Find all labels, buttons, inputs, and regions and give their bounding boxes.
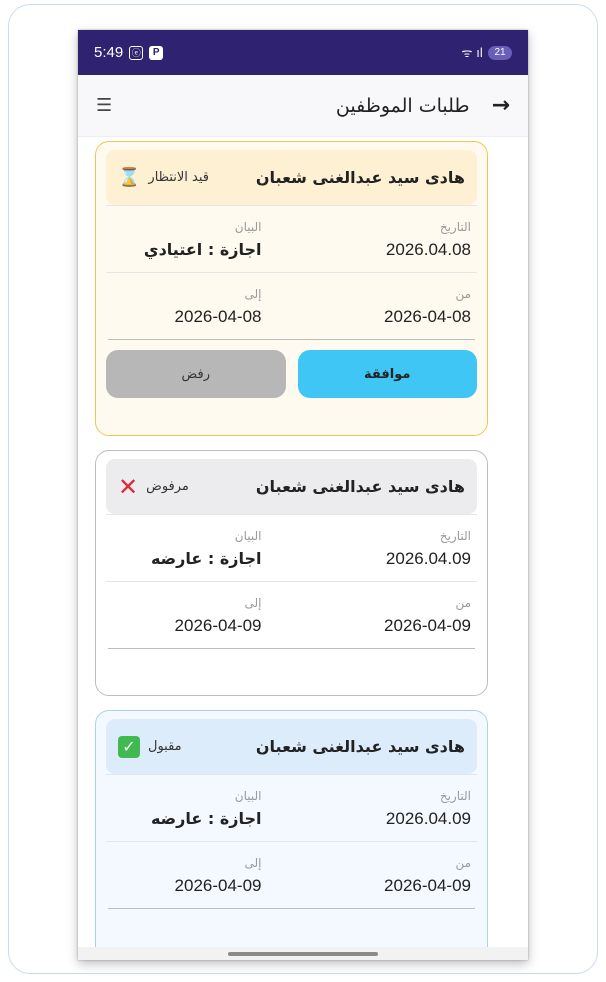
status-badge: مرفوض ✕ bbox=[118, 475, 189, 499]
status-time: 5:49 bbox=[94, 44, 124, 61]
battery-icon: 21 bbox=[488, 45, 512, 60]
check-mark-icon: ✓ bbox=[118, 735, 140, 758]
to-label: إلى bbox=[244, 596, 262, 610]
from-label: من bbox=[455, 596, 471, 610]
request-card-header: هادى سيد عبدالغنى شعبان مقبول ✓ bbox=[106, 719, 477, 774]
to-value: 2026-04-08 bbox=[174, 307, 262, 326]
from-field: من 2026-04-09 bbox=[292, 856, 471, 896]
request-card-header: هادى سيد عبدالغنى شعبان قيد الانتظار ⌛ bbox=[106, 150, 477, 205]
from-label: من bbox=[455, 856, 471, 870]
from-value: 2026-04-09 bbox=[384, 616, 471, 635]
request-row-date: التاريخ 2026.04.08 البيان اجازة : اعتياد… bbox=[106, 205, 477, 272]
menu-icon[interactable]: ☰ bbox=[96, 95, 120, 116]
card-divider bbox=[108, 908, 475, 909]
request-row-period: من 2026-04-08 إلى 2026-04-08 bbox=[106, 272, 477, 339]
request-card-header: هادى سيد عبدالغنى شعبان مرفوض ✕ bbox=[106, 459, 477, 514]
phone-screen: 5:49 ⓔ P ᯤ ıl 21 ☰ طلبات الموظفين → هادى… bbox=[78, 30, 528, 960]
app-bar-title-group: طلبات الموظفين → bbox=[336, 93, 510, 118]
card-divider bbox=[108, 648, 475, 649]
status-label: قيد الانتظار bbox=[148, 170, 209, 185]
from-value: 2026-04-08 bbox=[384, 307, 471, 326]
to-field: إلى 2026-04-09 bbox=[112, 856, 292, 896]
to-field: إلى 2026-04-08 bbox=[112, 287, 292, 327]
from-label: من bbox=[455, 287, 471, 301]
date-value: 2026.04.08 bbox=[385, 240, 471, 259]
statement-label: البيان bbox=[234, 789, 262, 803]
reject-button[interactable]: رفض bbox=[106, 350, 286, 398]
navigation-gesture-bar bbox=[78, 947, 528, 960]
request-row-date: التاريخ 2026.04.09 البيان اجازة : عارضه bbox=[106, 514, 477, 581]
page-title: طلبات الموظفين bbox=[335, 94, 470, 117]
date-label: التاريخ bbox=[439, 789, 471, 803]
statement-label: البيان bbox=[234, 529, 262, 543]
status-label: مقبول bbox=[148, 739, 182, 754]
request-row-period: من 2026-04-09 إلى 2026-04-09 bbox=[106, 581, 477, 648]
date-value: 2026.04.09 bbox=[385, 549, 471, 568]
statement-value: اجازة : عارضه bbox=[150, 809, 262, 828]
to-field: إلى 2026-04-09 bbox=[112, 596, 292, 636]
statement-value: اجازة : عارضه bbox=[150, 549, 262, 568]
wifi-signal-icon: ᯤ ıl bbox=[461, 46, 483, 60]
request-row-period: من 2026-04-09 إلى 2026-04-09 bbox=[106, 841, 477, 908]
to-label: إلى bbox=[244, 856, 262, 870]
date-label: التاريخ bbox=[439, 220, 471, 234]
employee-name: هادى سيد عبدالغنى شعبان bbox=[255, 477, 465, 496]
requests-list[interactable]: هادى سيد عبدالغنى شعبان قيد الانتظار ⌛ ا… bbox=[78, 137, 528, 947]
to-label: إلى bbox=[244, 287, 262, 301]
gesture-handle[interactable] bbox=[228, 951, 378, 956]
date-field: التاريخ 2026.04.09 bbox=[292, 789, 471, 829]
request-card-accepted: هادى سيد عبدالغنى شعبان مقبول ✓ التاريخ … bbox=[95, 710, 488, 947]
approve-button[interactable]: موافقة bbox=[297, 350, 477, 398]
statement-field: البيان اجازة : اعتيادي bbox=[112, 220, 292, 260]
status-badge: مقبول ✓ bbox=[118, 735, 182, 758]
status-bar-right: ᯤ ıl 21 bbox=[462, 44, 512, 61]
employee-name: هادى سيد عبدالغنى شعبان bbox=[255, 168, 465, 187]
date-label: التاريخ bbox=[439, 529, 471, 543]
hourglass-icon: ⌛ bbox=[118, 167, 141, 188]
statement-value: اجازة : اعتيادي bbox=[143, 240, 262, 259]
employee-name: هادى سيد عبدالغنى شعبان bbox=[255, 737, 465, 756]
date-field: التاريخ 2026.04.09 bbox=[292, 529, 471, 569]
request-actions: موافقة رفض bbox=[106, 340, 477, 398]
request-card-pending: هادى سيد عبدالغنى شعبان قيد الانتظار ⌛ ا… bbox=[95, 141, 488, 436]
statement-label: البيان bbox=[234, 220, 262, 234]
status-bar-left: 5:49 ⓔ P bbox=[94, 44, 164, 61]
back-arrow-icon[interactable]: → bbox=[492, 93, 510, 118]
request-row-date: التاريخ 2026.04.09 البيان اجازة : عارضه bbox=[106, 774, 477, 841]
statement-field: البيان اجازة : عارضه bbox=[112, 789, 292, 829]
from-value: 2026-04-09 bbox=[384, 876, 471, 895]
status-label: مرفوض bbox=[146, 479, 189, 494]
app-bar: ☰ طلبات الموظفين → bbox=[78, 75, 528, 137]
date-value: 2026.04.09 bbox=[385, 809, 471, 828]
from-field: من 2026-04-09 bbox=[292, 596, 471, 636]
to-value: 2026-04-09 bbox=[174, 616, 262, 635]
statement-field: البيان اجازة : عارضه bbox=[112, 529, 292, 569]
x-mark-icon: ✕ bbox=[118, 472, 139, 501]
status-badge: قيد الانتظار ⌛ bbox=[118, 167, 209, 188]
to-value: 2026-04-09 bbox=[174, 876, 262, 895]
parking-app-icon: P bbox=[149, 45, 164, 60]
date-field: التاريخ 2026.04.08 bbox=[292, 220, 471, 260]
from-field: من 2026-04-08 bbox=[292, 287, 471, 327]
status-bar: 5:49 ⓔ P ᯤ ıl 21 bbox=[78, 30, 528, 75]
request-card-rejected: هادى سيد عبدالغنى شعبان مرفوض ✕ التاريخ … bbox=[95, 450, 488, 696]
screen-record-icon: ⓔ bbox=[129, 45, 144, 60]
